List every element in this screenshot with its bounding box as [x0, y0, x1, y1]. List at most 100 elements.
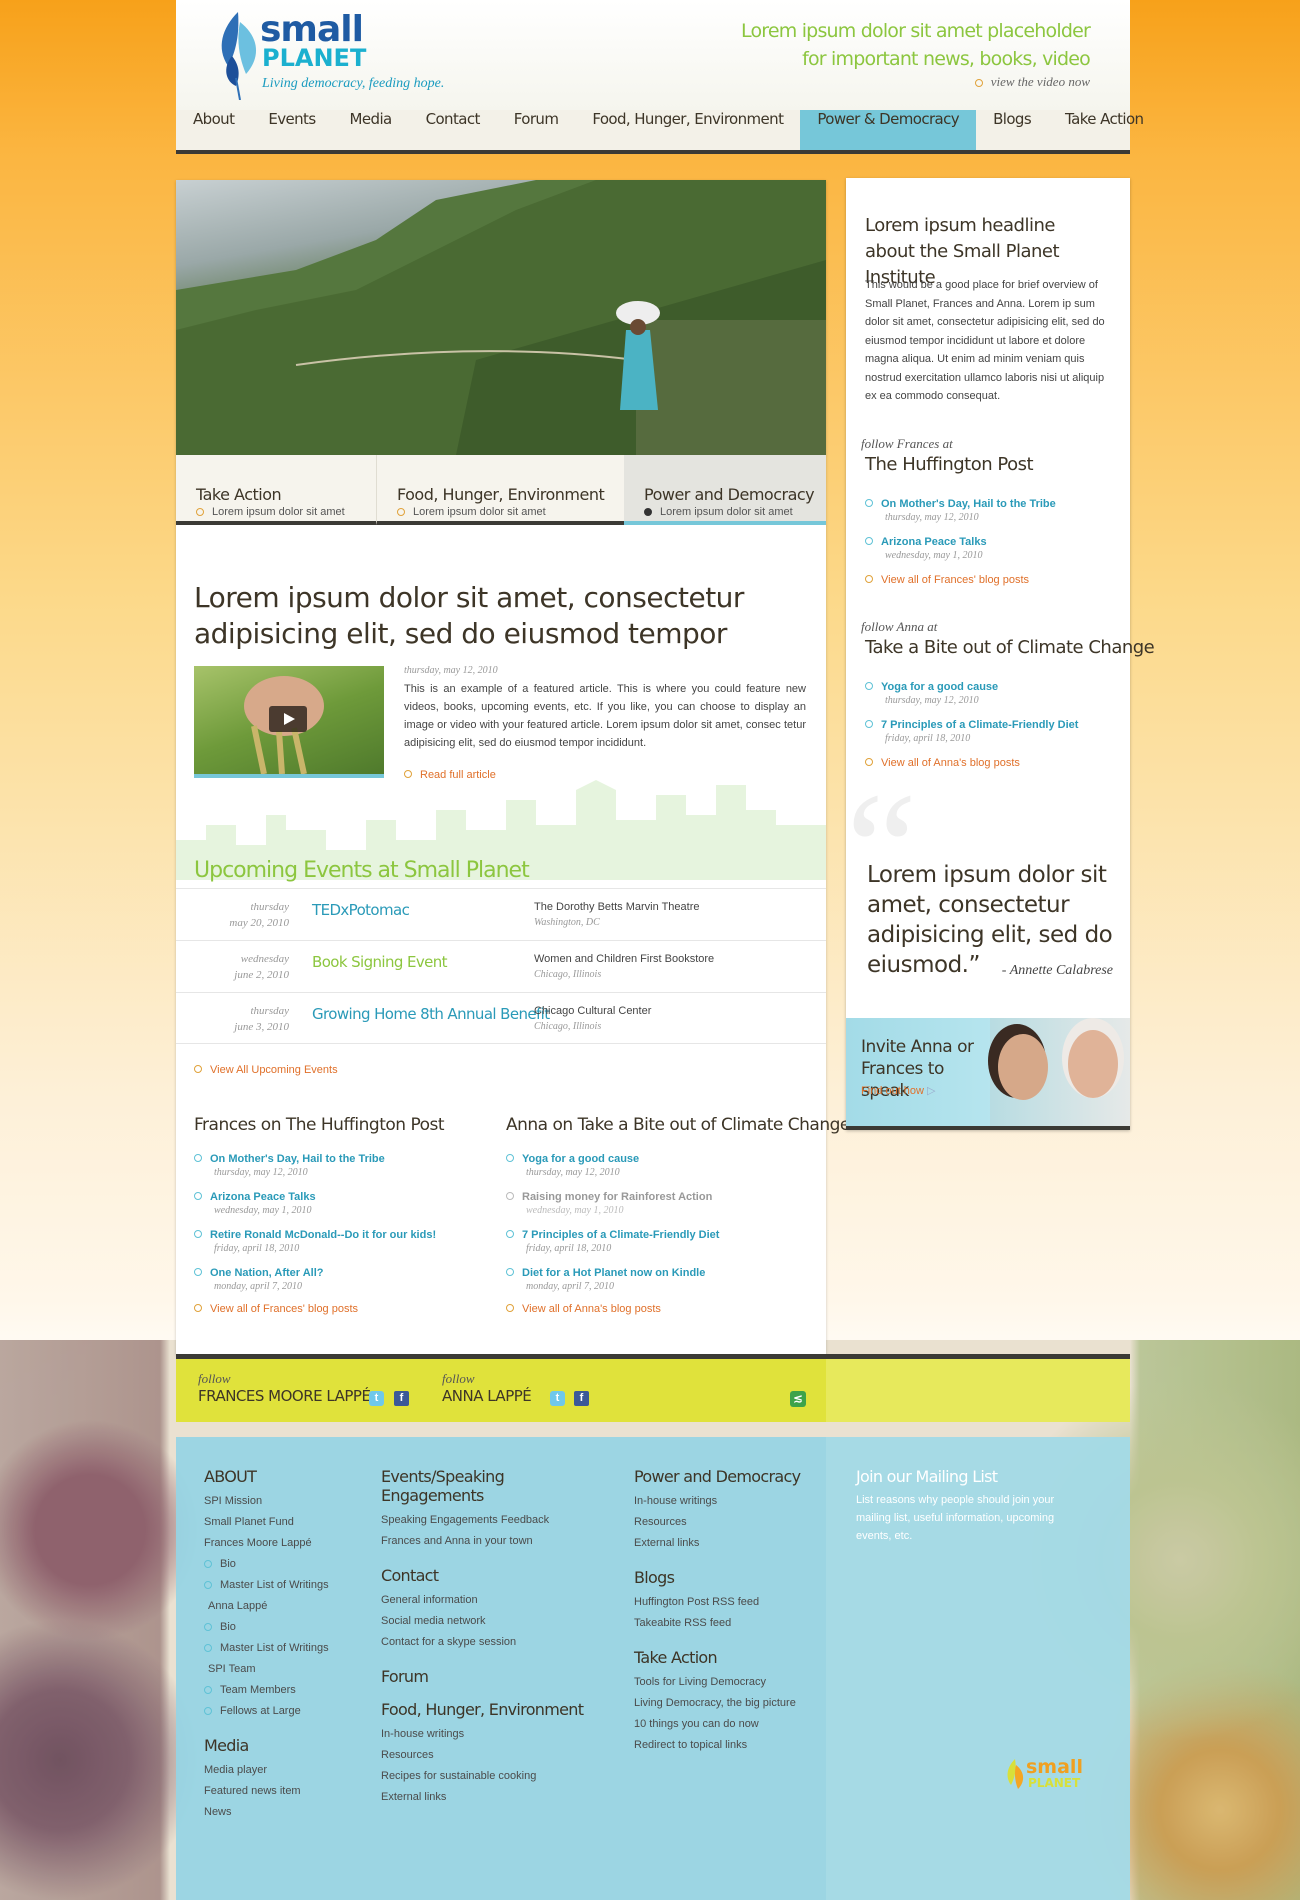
view-all-events-link[interactable]: View All Upcoming Events — [194, 1060, 338, 1078]
logo[interactable]: small PLANET Living democracy, feeding h… — [214, 8, 454, 100]
footer-link[interactable]: Featured news item — [204, 1781, 364, 1802]
promo-line-1: Lorem ipsum dolor sit amet placeholder — [741, 20, 1091, 42]
footer-sublink-label: Bio — [220, 1621, 236, 1633]
footer-link[interactable]: Frances and Anna in your town — [381, 1531, 601, 1552]
footer-link[interactable]: Social media network — [381, 1611, 601, 1632]
footer-link[interactable]: Small Planet Fund — [204, 1512, 364, 1533]
footer-link[interactable]: Contact for a skype session — [381, 1632, 601, 1653]
nav-take-action[interactable]: Take Action — [1048, 110, 1160, 150]
blog-post[interactable]: Yoga for a good cause thursday, may 12, 2… — [506, 1149, 816, 1187]
nav-power-democracy[interactable]: Power & Democracy — [800, 110, 977, 150]
bullet-icon — [194, 1153, 202, 1162]
nav-forum[interactable]: Forum — [497, 110, 576, 150]
footer-logo[interactable]: small PLANET — [1004, 1757, 1104, 1797]
footer-sublink[interactable]: Master List of Writings — [204, 1638, 364, 1659]
nav-blogs[interactable]: Blogs — [976, 110, 1048, 150]
share-icon[interactable]: ≲ — [790, 1391, 806, 1407]
footer-link[interactable]: Redirect to topical links — [634, 1735, 814, 1756]
event-name[interactable]: TEDxPotomac — [312, 901, 410, 919]
footer-sublink[interactable]: Master List of Writings — [204, 1575, 364, 1596]
hero-tab-take-action[interactable]: Take Action Lorem ipsum dolor sit amet — [176, 455, 376, 525]
footer-heading[interactable]: Forum — [381, 1667, 601, 1686]
footer-link[interactable]: SPI Mission — [204, 1491, 364, 1512]
feed-post[interactable]: On Mother's Day, Hail to the Tribe thursd… — [865, 494, 1115, 532]
bullet-icon — [974, 79, 983, 88]
footer-link[interactable]: Speaking Engagements Feedback — [381, 1510, 601, 1531]
event-row[interactable]: wednesday june 2, 2010 Book Signing Event… — [176, 940, 826, 992]
hero-tab-power-democracy[interactable]: Power and Democracy Lorem ipsum dolor si… — [624, 455, 826, 525]
facebook-icon[interactable]: f — [574, 1391, 589, 1406]
footer-col-about: ABOUT SPI Mission Small Planet Fund Fran… — [204, 1467, 364, 1823]
nav-about[interactable]: About — [176, 110, 251, 150]
feature-headline[interactable]: Lorem ipsum dolor sit amet, consectetur … — [194, 580, 764, 652]
bullet-icon — [204, 1623, 212, 1632]
event-row[interactable]: thursday may 20, 2010 TEDxPotomac The Dor… — [176, 888, 826, 940]
feed-post[interactable]: Arizona Peace Talks wednesday, may 1, 201… — [865, 532, 1115, 570]
nav-food-hunger[interactable]: Food, Hunger, Environment — [575, 110, 800, 150]
hero-image — [176, 180, 826, 455]
blog-post[interactable]: One Nation, After All? monday, april 7, 2… — [194, 1263, 484, 1299]
blog-post[interactable]: On Mother's Day, Hail to the Tribe thursd… — [194, 1149, 484, 1187]
twitter-icon[interactable]: t — [369, 1391, 384, 1406]
footer-link[interactable]: Huffington Post RSS feed — [634, 1592, 814, 1613]
invite-box[interactable]: Invite Anna or Frances to speak Find out… — [846, 1018, 1130, 1130]
footer-link[interactable]: Recipes for sustainable cooking — [381, 1766, 601, 1787]
footer-link[interactable]: External links — [381, 1787, 601, 1808]
footer-link[interactable]: News — [204, 1802, 364, 1823]
nav-events[interactable]: Events — [251, 110, 332, 150]
footer: .fh{font:16px "DejaVu Sans",sans-serif;c… — [176, 1437, 1130, 1900]
follow-anna-label: follow Anna at — [861, 619, 937, 635]
event-date: june 2, 2010 — [234, 969, 289, 981]
twitter-icon[interactable]: t — [550, 1391, 565, 1406]
feature-video-thumb[interactable] — [194, 666, 384, 778]
view-video-link[interactable]: view the video now — [741, 74, 1090, 90]
feed-post[interactable]: Yoga for a good cause thursday, may 12, 2… — [865, 677, 1115, 715]
footer-sublink[interactable]: Team Members — [204, 1680, 364, 1701]
footer-link[interactable]: Media player — [204, 1760, 364, 1781]
footer-link[interactable]: Anna Lappé — [204, 1596, 364, 1617]
mailing-heading[interactable]: Join our Mailing List — [856, 1467, 1056, 1486]
footer-link[interactable]: External links — [634, 1533, 814, 1554]
blog-post[interactable]: Diet for a Hot Planet now on Kindle monda… — [506, 1263, 816, 1299]
nav-media[interactable]: Media — [333, 110, 409, 150]
find-out-how-link[interactable]: Find out how ▷ — [861, 1084, 936, 1097]
footer-link[interactable]: Living Democracy, the big picture — [634, 1693, 814, 1714]
footer-link[interactable]: Resources — [634, 1512, 814, 1533]
promo-line-2: for important news, books, video — [802, 48, 1091, 70]
footer-link[interactable]: Takeabite RSS feed — [634, 1613, 814, 1634]
footer-sublink[interactable]: Bio — [204, 1617, 364, 1638]
blog-post[interactable]: Raising money for Rainforest Action wedne… — [506, 1187, 816, 1225]
nav-contact[interactable]: Contact — [409, 110, 497, 150]
footer-sublink[interactable]: Fellows at Large — [204, 1701, 364, 1722]
view-all-frances-link[interactable]: View all of Frances' blog posts — [865, 570, 1115, 588]
post-date: friday, april 18, 2010 — [885, 733, 971, 744]
event-name[interactable]: Growing Home 8th Annual Benefit — [312, 1005, 550, 1023]
view-all-anna-link[interactable]: View all of Anna's blog posts — [506, 1299, 816, 1317]
post-title: On Mother's Day, Hail to the Tribe — [881, 498, 1056, 510]
event-row[interactable]: thursday june 3, 2010 Growing Home 8th An… — [176, 992, 826, 1044]
footer-heading: Events/Speaking Engagements — [381, 1467, 505, 1505]
feed-post[interactable]: 7 Principles of a Climate-Friendly Diet f… — [865, 715, 1115, 753]
bullet-icon — [506, 1229, 514, 1238]
footer-link[interactable]: General information — [381, 1590, 601, 1611]
footer-link[interactable]: Frances Moore Lappé — [204, 1533, 364, 1554]
blog-post[interactable]: 7 Principles of a Climate-Friendly Diet f… — [506, 1225, 816, 1263]
view-all-frances-link[interactable]: View all of Frances' blog posts — [194, 1299, 484, 1317]
frances-feed: On Mother's Day, Hail to the Tribe thursd… — [865, 494, 1115, 588]
footer-link[interactable]: SPI Team — [204, 1659, 364, 1680]
bullet-icon — [397, 508, 405, 517]
footer-sublink[interactable]: Bio — [204, 1554, 364, 1575]
bullet-icon — [506, 1303, 514, 1312]
bullet-icon — [865, 574, 873, 583]
blog-post[interactable]: Arizona Peace Talks wednesday, may 1, 201… — [194, 1187, 484, 1225]
play-button-icon[interactable] — [269, 706, 307, 732]
footer-link[interactable]: Tools for Living Democracy — [634, 1672, 814, 1693]
footer-link[interactable]: In-house writings — [634, 1491, 814, 1512]
footer-link[interactable]: 10 things you can do now — [634, 1714, 814, 1735]
footer-link[interactable]: In-house writings — [381, 1724, 601, 1745]
blog-post[interactable]: Retire Ronald McDonald--Do it for our ki… — [194, 1225, 484, 1263]
footer-link[interactable]: Resources — [381, 1745, 601, 1766]
hero-tab-food-hunger[interactable]: Food, Hunger, Environment Lorem ipsum do… — [376, 455, 624, 525]
event-name[interactable]: Book Signing Event — [312, 953, 448, 971]
facebook-icon[interactable]: f — [394, 1391, 409, 1406]
